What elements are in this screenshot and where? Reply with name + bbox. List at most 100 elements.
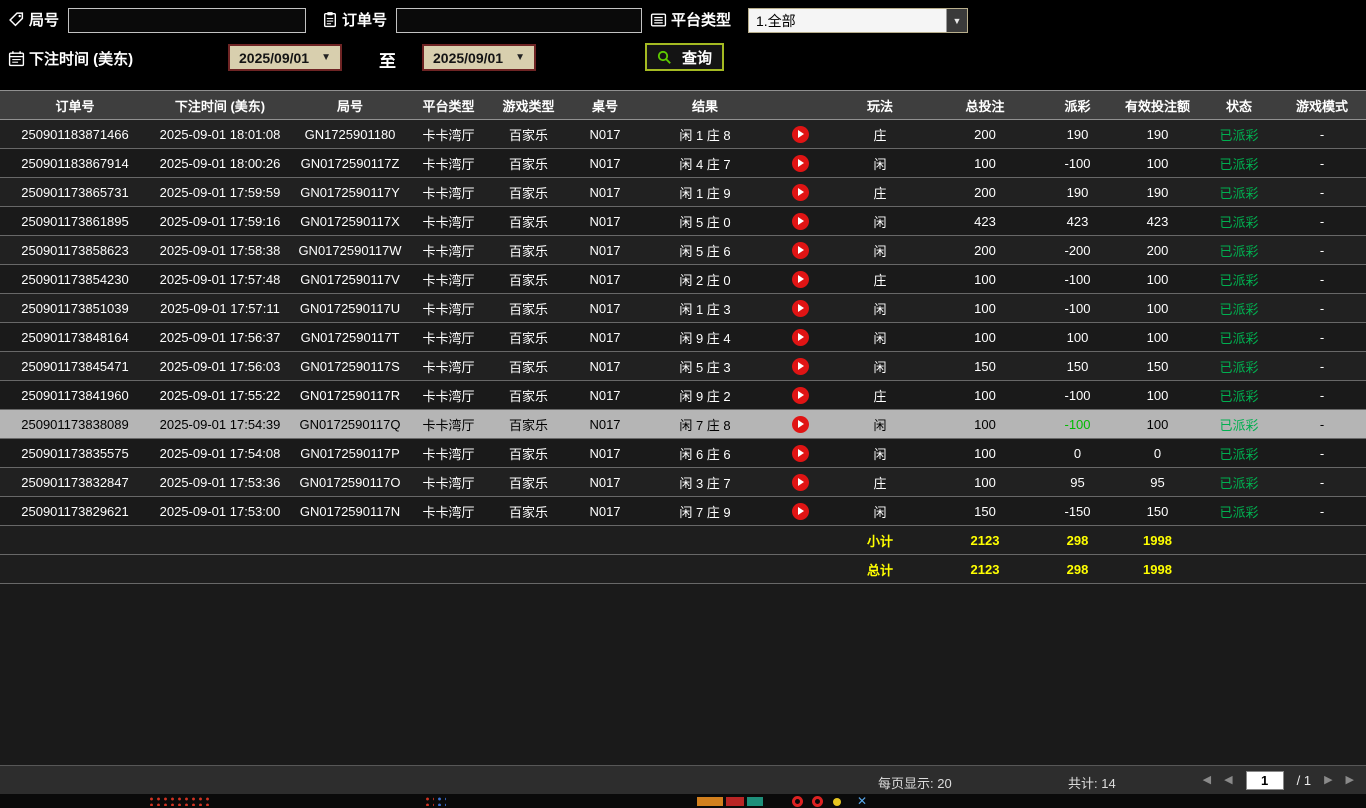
table-cell: -	[1278, 438, 1366, 468]
table-row[interactable]: 250901173838089 2025-09-01 17:54:39 GN0172…	[0, 409, 1366, 439]
subtotal-label: 小计	[830, 525, 930, 555]
date-range-to-label: 至	[379, 52, 396, 71]
table-cell: 100	[930, 322, 1040, 352]
background-window-fragment	[436, 796, 446, 806]
table-cell: 百家乐	[487, 264, 570, 294]
chevron-down-icon: ▼	[946, 9, 967, 32]
table-row[interactable]: 250901173829621 2025-09-01 17:53:00 GN0172…	[0, 496, 1366, 526]
play-video-button[interactable]	[791, 125, 809, 143]
table-cell: 2025-09-01 17:56:37	[150, 322, 290, 352]
table-cell: 百家乐	[487, 293, 570, 323]
table-cell: -	[1278, 351, 1366, 381]
table-cell: 闲	[830, 409, 930, 439]
table-cell: 250901183867914	[0, 148, 150, 178]
table-cell: 百家乐	[487, 409, 570, 439]
table-row[interactable]: 250901173858623 2025-09-01 17:58:38 GN0172…	[0, 235, 1366, 265]
table-cell: N017	[570, 496, 640, 526]
date-from-value: 2025/09/01	[239, 49, 310, 66]
result-video-cell	[770, 438, 830, 468]
table-row[interactable]: 250901173865731 2025-09-01 17:59:59 GN0172…	[0, 177, 1366, 207]
table-cell: 100	[1115, 293, 1200, 323]
prev-page-button[interactable]: ◀	[1224, 770, 1232, 790]
table-cell: 卡卡湾厅	[410, 235, 487, 265]
last-page-button[interactable]: ▶	[1346, 770, 1354, 790]
table-cell: N017	[570, 380, 640, 410]
background-window-fragment	[424, 796, 434, 806]
play-video-button[interactable]	[791, 212, 809, 230]
table-cell: 闲	[830, 322, 930, 352]
order-number-input[interactable]	[396, 8, 642, 33]
table-cell: -	[1278, 206, 1366, 236]
table-row[interactable]: 250901173841960 2025-09-01 17:55:22 GN0172…	[0, 380, 1366, 410]
play-video-button[interactable]	[791, 473, 809, 491]
table-cell: -	[1278, 409, 1366, 439]
play-video-button[interactable]	[791, 444, 809, 462]
table-cell: 百家乐	[487, 206, 570, 236]
play-icon	[798, 391, 804, 400]
search-button[interactable]: 查询	[645, 43, 725, 71]
table-cell: -	[1278, 235, 1366, 265]
play-icon	[798, 217, 804, 226]
table-cell: -	[1278, 380, 1366, 410]
table-cell: 150	[930, 351, 1040, 381]
platform-type-selected-value: 1.全部	[756, 12, 796, 29]
play-video-button[interactable]	[791, 299, 809, 317]
table-cell: 190	[1040, 177, 1115, 207]
table-cell: 卡卡湾厅	[410, 467, 487, 497]
table-row[interactable]: 250901173845471 2025-09-01 17:56:03 GN0172…	[0, 351, 1366, 381]
table-cell: 已派彩	[1200, 496, 1278, 526]
search-button-label: 查询	[682, 49, 713, 67]
play-video-button[interactable]	[791, 241, 809, 259]
background-window-fragment: ✕	[857, 794, 868, 808]
per-page-label: 每页显示: 20	[878, 776, 952, 791]
platform-type-select[interactable]: 1.全部 ▼	[748, 8, 968, 33]
play-video-button[interactable]	[791, 415, 809, 433]
search-icon	[657, 50, 672, 65]
table-cell: 200	[930, 119, 1040, 149]
table-row[interactable]: 250901173835575 2025-09-01 17:54:08 GN0172…	[0, 438, 1366, 468]
table-row[interactable]: 250901173851039 2025-09-01 17:57:11 GN0172…	[0, 293, 1366, 323]
table-row[interactable]: 250901173848164 2025-09-01 17:56:37 GN0172…	[0, 322, 1366, 352]
grand-total-payout: 298	[1040, 554, 1115, 584]
table-row[interactable]: 250901183871466 2025-09-01 18:01:08 GN1725…	[0, 119, 1366, 149]
play-video-button[interactable]	[791, 328, 809, 346]
first-page-button[interactable]: ◀	[1203, 770, 1211, 790]
table-cell: 2025-09-01 17:57:11	[150, 293, 290, 323]
table-cell: 2025-09-01 17:56:03	[150, 351, 290, 381]
page-number-input[interactable]	[1245, 770, 1284, 790]
date-to-picker[interactable]: 2025/09/01 ▼	[422, 44, 536, 71]
play-video-button[interactable]	[791, 183, 809, 201]
play-video-button[interactable]	[791, 386, 809, 404]
table-cell: 庄	[830, 380, 930, 410]
table-summary: 小计 2123 298 1998 总计 2123 298 1998	[0, 525, 1366, 584]
empty-cell	[0, 525, 830, 555]
play-video-button[interactable]	[791, 154, 809, 172]
table-cell: 2025-09-01 17:59:59	[150, 177, 290, 207]
play-icon	[798, 246, 804, 255]
table-cell: 100	[1115, 409, 1200, 439]
table-cell: 闲 2 庄 0	[640, 264, 770, 294]
table-cell: 百家乐	[487, 322, 570, 352]
next-page-button[interactable]: ▶	[1324, 770, 1332, 790]
date-from-picker[interactable]: 2025/09/01 ▼	[228, 44, 342, 71]
round-number-input[interactable]	[68, 8, 306, 33]
play-video-button[interactable]	[791, 357, 809, 375]
table-cell: 已派彩	[1200, 148, 1278, 178]
table-cell: 423	[930, 206, 1040, 236]
play-video-button[interactable]	[791, 502, 809, 520]
table-cell: 卡卡湾厅	[410, 438, 487, 468]
round-number-label: 局号	[29, 12, 60, 29]
filter-bar: 局号 订单号 平台类型 1.全部 ▼ 下注时间 (美东) 2025/09/01 …	[0, 0, 1366, 90]
play-video-button[interactable]	[791, 270, 809, 288]
table-cell: 庄	[830, 467, 930, 497]
table-cell: 百家乐	[487, 119, 570, 149]
table-cell: N017	[570, 148, 640, 178]
table-row[interactable]: 250901173832847 2025-09-01 17:53:36 GN0172…	[0, 467, 1366, 497]
table-cell: 100	[930, 380, 1040, 410]
table-row[interactable]: 250901173861895 2025-09-01 17:59:16 GN0172…	[0, 206, 1366, 236]
table-row[interactable]: 250901173854230 2025-09-01 17:57:48 GN0172…	[0, 264, 1366, 294]
table-row[interactable]: 250901183867914 2025-09-01 18:00:26 GN0172…	[0, 148, 1366, 178]
grand-total-total-bet: 2123	[930, 554, 1040, 584]
play-icon	[798, 275, 804, 284]
chevron-down-icon: ▼	[515, 52, 525, 63]
